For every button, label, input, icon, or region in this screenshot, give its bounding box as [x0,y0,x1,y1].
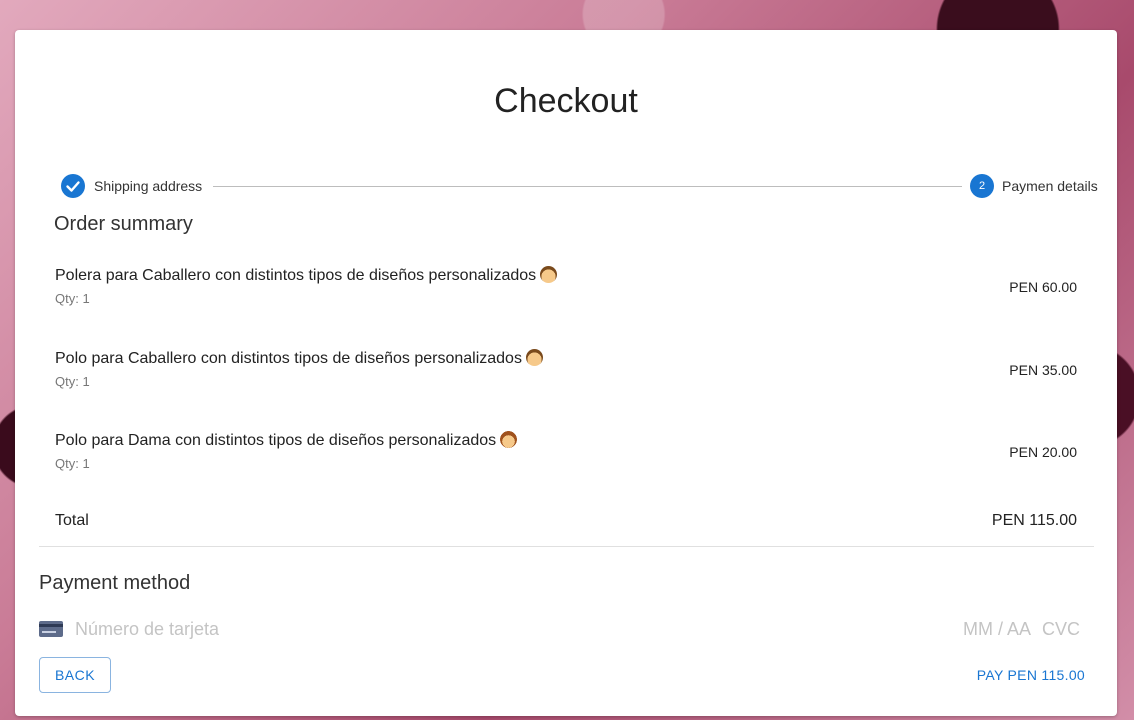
credit-card-icon [39,621,63,637]
item-price: PEN 20.00 [1009,444,1077,460]
item-name: Polera para Caballero con distintos tipo… [55,267,537,284]
expiry-input[interactable] [963,619,1035,640]
cvc-input[interactable] [1042,619,1084,640]
page-title: Checkout [494,82,638,120]
step-payment-label: Paymen details [1002,178,1098,194]
checkout-card: Checkout Shipping address 2 Paymen detai… [15,30,1117,716]
check-icon [66,181,80,192]
man-face-icon [540,266,558,283]
item-qty: Qty: 1 [55,291,90,306]
item-name: Polo para Dama con distintos tipos de di… [55,432,497,449]
step-shipping-label: Shipping address [94,178,203,194]
woman-face-icon [500,431,518,448]
card-number-input[interactable] [75,619,675,640]
item-name: Polo para Caballero con distintos tipos … [55,350,522,367]
step-shipping-complete [61,174,85,198]
divider [39,546,1094,547]
back-button[interactable]: BACK [39,657,111,693]
step-payment-number: 2 [970,174,994,198]
total-value: PEN 115.00 [991,512,1077,529]
item-price: PEN 60.00 [1009,279,1077,295]
pay-button[interactable]: PAY PEN 115.00 [967,657,1095,693]
checkout-stepper: Shipping address 2 Paymen details [61,174,1101,198]
total-label: Total [55,512,89,529]
payment-method-title: Payment method [39,572,191,594]
step-connector [213,186,962,187]
item-qty: Qty: 1 [55,374,90,389]
item-qty: Qty: 1 [55,456,90,471]
order-summary-title: Order summary [54,213,193,235]
man-face-icon [525,349,543,366]
item-price: PEN 35.00 [1009,362,1077,378]
